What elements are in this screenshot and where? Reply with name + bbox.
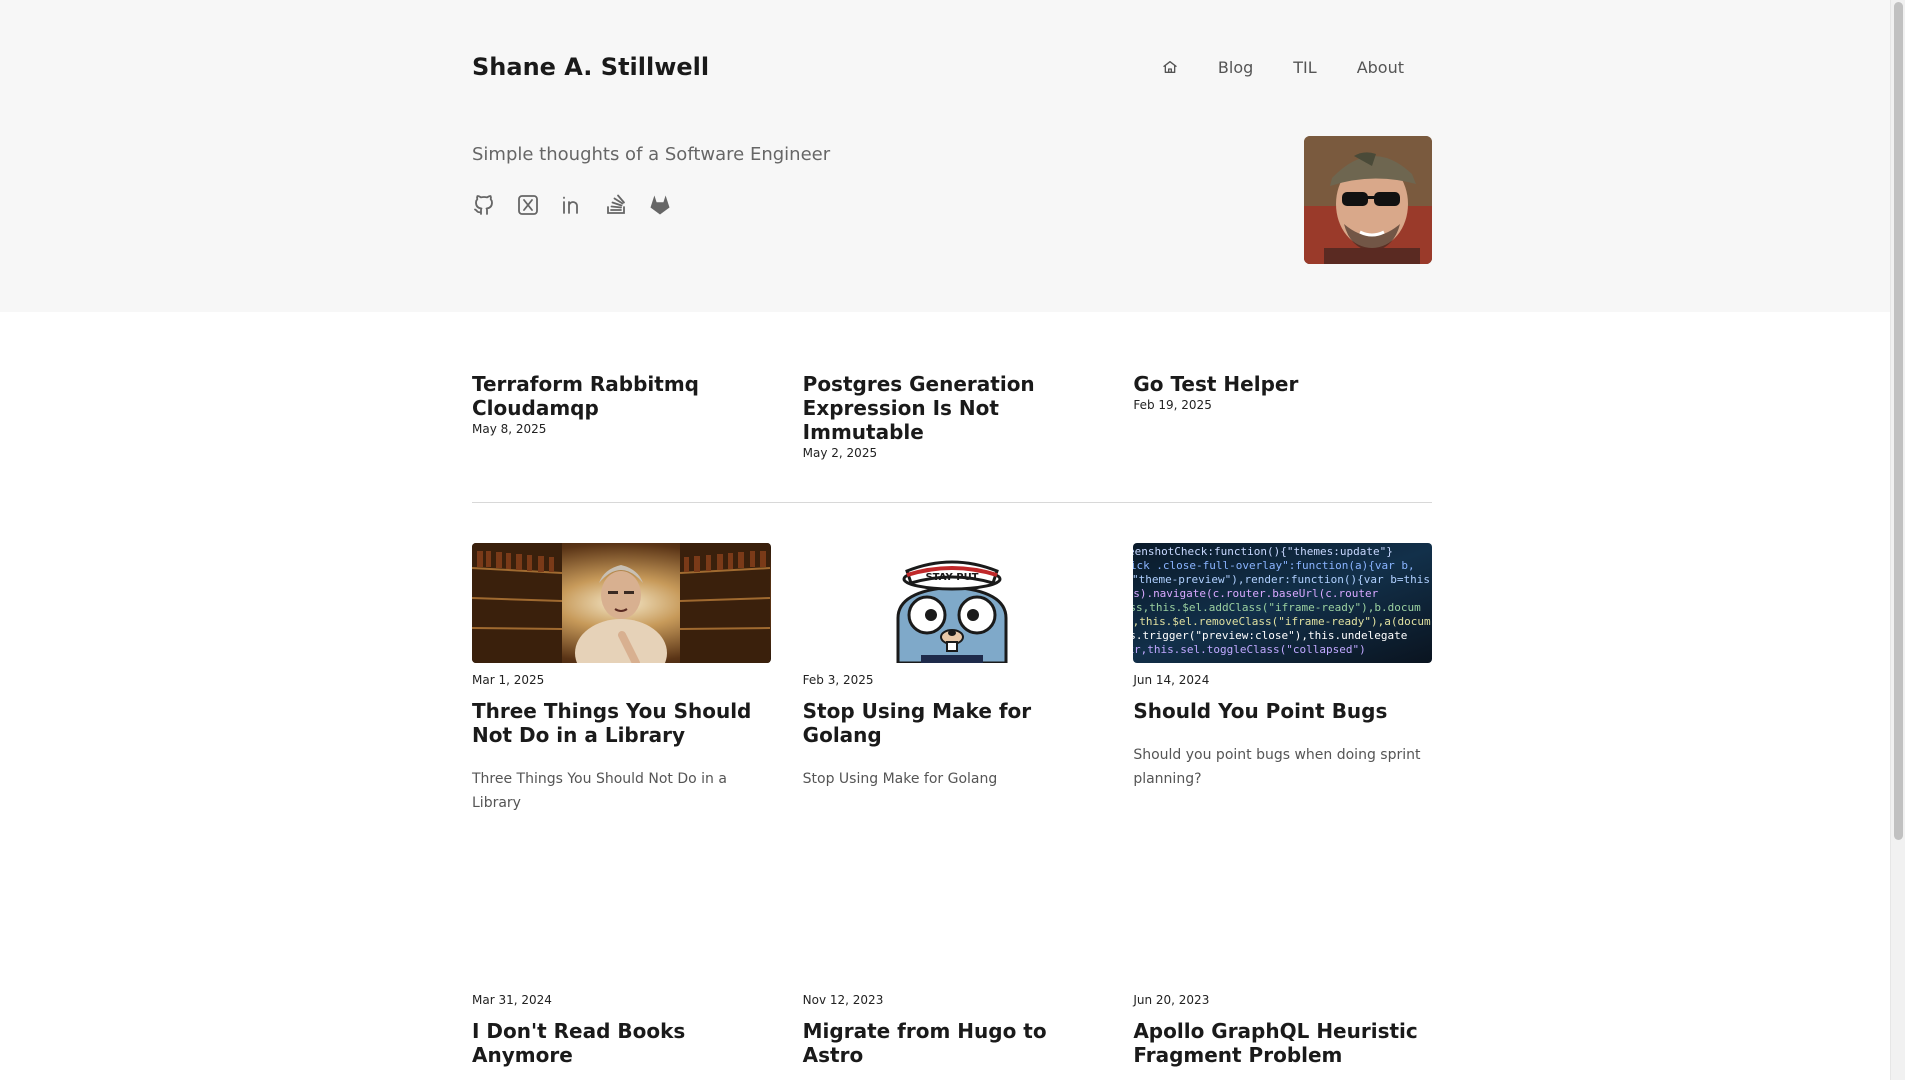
til-title[interactable]: Postgres Generation Expression Is Not Im…: [803, 372, 1102, 444]
social-links: [472, 193, 830, 217]
post-description: Three Things You Should Not Do in a Libr…: [472, 771, 727, 811]
post-thumbnail[interactable]: STAY PUT: [802, 543, 1102, 663]
hero-section: Shane A. Stillwell Blog TIL About Simple…: [0, 0, 1905, 312]
post-title[interactable]: Migrate from Hugo to Astro: [803, 1019, 1102, 1067]
home-icon: [1163, 61, 1177, 73]
post-date: Jun 14, 2024: [1133, 673, 1210, 687]
nav-blog[interactable]: Blog: [1198, 52, 1273, 83]
post-description: Stop Using Make for Golang: [802, 771, 998, 787]
hat-text: STAY PUT: [925, 572, 978, 583]
code-line: ss,this.$el.addClass("iframe-ready"),b.d…: [1133, 601, 1421, 614]
stackoverflow-icon[interactable]: [604, 193, 628, 217]
til-item[interactable]: Postgres Generation Expression Is Not Im…: [803, 372, 1102, 460]
til-date: May 8, 2025: [472, 422, 547, 436]
post-description: Should you point bugs when doing sprint …: [1133, 747, 1421, 787]
post-title[interactable]: I Don't Read Books Anymore: [472, 1019, 771, 1067]
code-line: reenshotCheck:function(){"themes:update"…: [1133, 545, 1393, 558]
post-thumbnail[interactable]: [472, 543, 771, 663]
til-title[interactable]: Terraform Rabbitmq Cloudamqp: [472, 372, 771, 420]
post-date: Nov 12, 2023: [802, 993, 884, 1007]
post-card[interactable]: Mar 1, 2025 Three Things You Should Not …: [472, 543, 771, 815]
post-date: Mar 31, 2024: [472, 993, 552, 1007]
til-date: Feb 19, 2025: [1133, 398, 1212, 412]
code-line: 0),this.$el.removeClass("iframe-ready"),…: [1133, 615, 1431, 628]
post-card[interactable]: reenshotCheck:function(){"themes:update"…: [1133, 543, 1432, 815]
nav-til[interactable]: TIL: [1273, 52, 1336, 83]
nav-home[interactable]: [1142, 53, 1198, 81]
post-title[interactable]: Should You Point Bugs: [1133, 699, 1432, 723]
linkedin-icon[interactable]: [560, 193, 584, 217]
github-icon[interactable]: [472, 193, 496, 217]
post-card[interactable]: Jun 20, 2023 Apollo GraphQL Heuristic Fr…: [1133, 863, 1432, 1067]
tagline: Simple thoughts of a Software Engineer: [472, 144, 831, 165]
profile-photo: [1304, 136, 1432, 264]
post-thumbnail[interactable]: [803, 863, 1102, 983]
post-thumbnail[interactable]: [1133, 863, 1432, 983]
post-title[interactable]: Three Things You Should Not Do in a Libr…: [472, 699, 771, 747]
main-nav: Blog TIL About: [1142, 52, 1424, 83]
post-thumbnail[interactable]: [472, 863, 771, 983]
code-line: this.trigger("preview:close"),this.undel…: [1133, 629, 1408, 642]
avatar: [1304, 136, 1432, 264]
posts-section: Mar 1, 2025 Three Things You Should Not …: [472, 503, 1432, 1067]
post-thumbnail[interactable]: reenshotCheck:function(){"themes:update"…: [1133, 543, 1432, 663]
code-line: this).navigate(c.router.baseUrl(c.router: [1133, 587, 1379, 600]
main-content: Terraform Rabbitmq Cloudamqp May 8, 2025…: [472, 312, 1432, 1067]
code-line: ("click .close-full-overlay":function(a)…: [1133, 559, 1415, 572]
scrollbar-thumb[interactable]: [1894, 2, 1903, 840]
post-date: Jun 20, 2023: [1133, 993, 1210, 1007]
post-card[interactable]: Mar 31, 2024 I Don't Read Books Anymore: [472, 863, 771, 1067]
x-twitter-icon[interactable]: [516, 193, 540, 217]
post-card[interactable]: STAY PUT Feb 3, 2025 Stop Using Make for…: [802, 543, 1102, 815]
site-title[interactable]: Shane A. Stillwell: [472, 53, 709, 81]
page: Shane A. Stillwell Blog TIL About Simple…: [0, 0, 1905, 1080]
post-date: Mar 1, 2025: [472, 673, 545, 687]
code-line: ("theme-preview"),render:function(){var …: [1133, 573, 1430, 586]
post-card[interactable]: Nov 12, 2023 Migrate from Hugo to Astro: [803, 863, 1102, 1067]
til-date: May 2, 2025: [802, 446, 878, 460]
top-bar: Shane A. Stillwell Blog TIL About: [472, 0, 1432, 134]
til-section: Terraform Rabbitmq Cloudamqp May 8, 2025…: [472, 312, 1432, 503]
vertical-scrollbar[interactable]: [1890, 0, 1905, 1080]
til-title[interactable]: Go Test Helper: [1133, 372, 1432, 396]
til-item[interactable]: Go Test Helper Feb 19, 2025: [1133, 372, 1432, 460]
post-title[interactable]: Apollo GraphQL Heuristic Fragment Proble…: [1133, 1019, 1432, 1067]
post-title[interactable]: Stop Using Make for Golang: [803, 699, 1102, 747]
til-item[interactable]: Terraform Rabbitmq Cloudamqp May 8, 2025: [472, 372, 771, 460]
code-line: kr,this.sel.toggleClass("collapsed"): [1133, 643, 1366, 656]
nav-about[interactable]: About: [1337, 52, 1424, 83]
post-date: Feb 3, 2025: [802, 673, 874, 687]
gitlab-icon[interactable]: [648, 193, 672, 217]
